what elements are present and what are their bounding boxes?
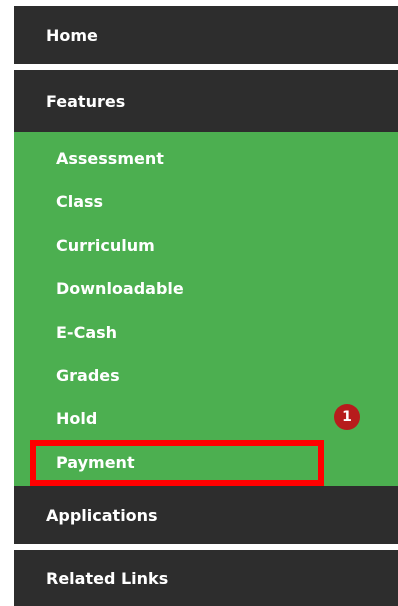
- submenu-item-label: Assessment: [56, 149, 164, 168]
- sidebar-nav: Home Features Assessment Class Curriculu…: [14, 6, 398, 606]
- payment-highlight-box: [30, 440, 324, 486]
- submenu-item-assessment[interactable]: Assessment: [56, 144, 164, 174]
- nav-item-features-label: Features: [46, 91, 126, 111]
- submenu-item-label: Class: [56, 192, 104, 211]
- submenu-item-grades[interactable]: Grades: [56, 361, 120, 391]
- nav-item-related-links[interactable]: Related Links: [14, 550, 398, 606]
- nav-item-applications-label: Applications: [46, 505, 158, 525]
- nav-item-features[interactable]: Features: [14, 70, 398, 132]
- submenu-item-label: Curriculum: [56, 236, 155, 255]
- nav-item-home-label: Home: [46, 25, 98, 45]
- submenu-item-e-cash[interactable]: E-Cash: [56, 318, 117, 348]
- hold-notification-badge: 1: [334, 404, 360, 430]
- submenu-item-class[interactable]: Class: [56, 187, 103, 217]
- nav-item-applications[interactable]: Applications: [14, 486, 398, 544]
- submenu-item-hold[interactable]: Hold: [56, 404, 97, 434]
- submenu-item-label: Hold: [56, 409, 98, 428]
- nav-item-related-links-label: Related Links: [46, 568, 169, 588]
- submenu-item-label: E-Cash: [56, 323, 118, 342]
- features-submenu: Assessment Class Curriculum Downloadable…: [14, 132, 398, 486]
- submenu-item-downloadable[interactable]: Downloadable: [56, 274, 184, 304]
- nav-item-home[interactable]: Home: [14, 6, 398, 64]
- submenu-item-curriculum[interactable]: Curriculum: [56, 231, 155, 261]
- submenu-item-label: Downloadable: [56, 279, 184, 298]
- submenu-item-label: Grades: [56, 366, 120, 385]
